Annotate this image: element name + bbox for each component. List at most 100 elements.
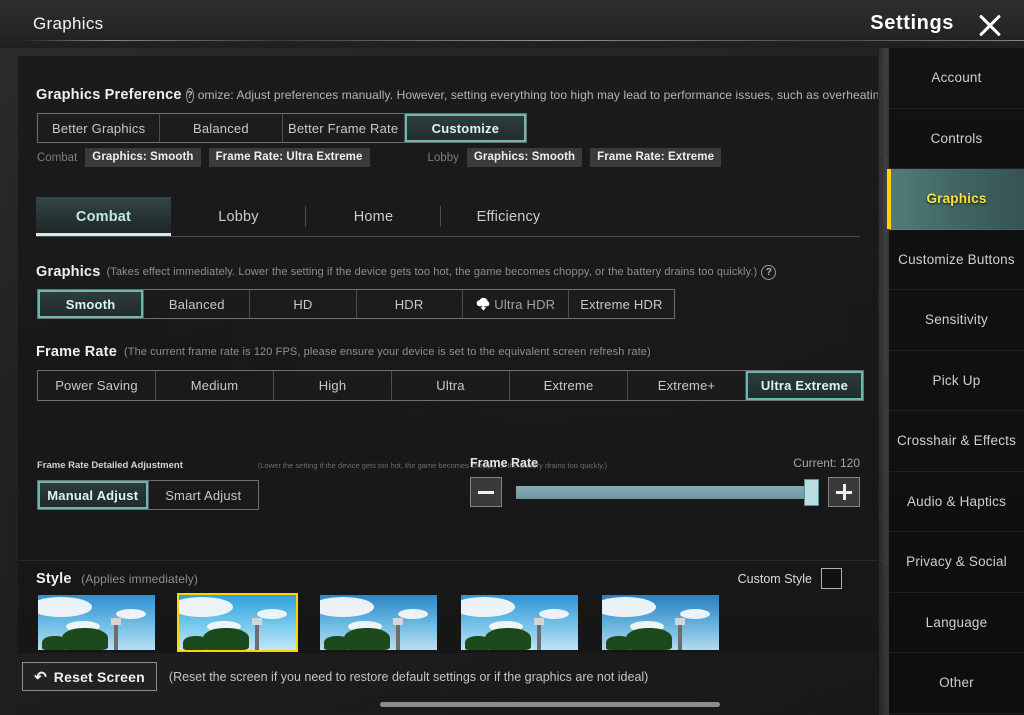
preset-chip-frame-rate-lobby: Frame Rate: Extreme — [590, 148, 722, 167]
sidebar-item-sensitivity[interactable]: Sensitivity — [889, 290, 1024, 351]
close-icon[interactable] — [974, 9, 1006, 41]
slider-knob[interactable] — [803, 478, 819, 506]
slider-fill — [516, 485, 809, 499]
sidebar-item-audio-haptics[interactable]: Audio & Haptics — [889, 472, 1024, 532]
tab-lobby[interactable]: Lobby — [171, 197, 306, 236]
custom-style-checkbox[interactable] — [821, 568, 842, 589]
frame-rate-option-medium[interactable]: Medium — [156, 371, 274, 400]
style-thumbnails — [38, 593, 878, 652]
sidebar-item-customize-buttons[interactable]: Customize Buttons — [889, 230, 1024, 290]
preference-option-better-graphics[interactable]: Better Graphics — [38, 114, 161, 142]
frame-rate-option-extreme-plus[interactable]: Extreme+ — [628, 371, 746, 400]
cloud-download-icon — [475, 297, 492, 312]
custom-style-label: Custom Style — [737, 571, 812, 586]
tab-efficiency[interactable]: Efficiency — [441, 197, 576, 236]
graphics-quality-note: (Takes effect immediately. Lower the set… — [106, 266, 758, 278]
sidebar-divider — [879, 48, 887, 715]
frame-rate-section: Frame Rate (The current frame rate is 12… — [36, 344, 878, 360]
reset-row: ↷ Reset Screen (Reset the screen if you … — [22, 662, 648, 691]
adjust-mode-segmented: Manual Adjust Smart Adjust — [37, 480, 259, 510]
frame-rate-option-power-saving[interactable]: Power Saving — [38, 371, 156, 400]
slider-plus-button[interactable] — [828, 477, 860, 507]
preset-combat: Combat Graphics: Smooth Frame Rate: Ultr… — [37, 148, 878, 167]
style-thumbnail-1[interactable] — [38, 595, 155, 650]
adjust-mode-smart[interactable]: Smart Adjust — [149, 481, 259, 509]
sidebar-item-controls[interactable]: Controls — [889, 109, 1024, 169]
settings-title: Settings — [870, 12, 954, 34]
sidebar-item-label: Account — [931, 70, 982, 86]
graphics-option-ultra-hdr-label: Ultra HDR — [494, 296, 556, 312]
frame-rate-slider-group: Frame Rate Current: 120 — [470, 456, 860, 507]
slider-current-value: Current: 120 — [793, 456, 860, 470]
sidebar-item-label: Other — [939, 675, 974, 691]
graphics-option-extreme-hdr[interactable]: Extreme HDR — [569, 290, 674, 318]
graphics-quality-segmented: Smooth Balanced HD HDR Ultra HDR Extreme… — [37, 289, 675, 319]
sidebar-item-pick-up[interactable]: Pick Up — [889, 351, 1024, 411]
tab-home[interactable]: Home — [306, 197, 441, 236]
slider-minus-button[interactable] — [470, 477, 502, 507]
graphics-preference-segmented: Better Graphics Balanced Better Frame Ra… — [37, 113, 527, 143]
graphics-option-balanced[interactable]: Balanced — [144, 290, 251, 318]
adjust-mode-manual[interactable]: Manual Adjust — [38, 481, 149, 509]
question-mark-icon[interactable]: ? — [761, 264, 777, 280]
graphics-preference-options: Better Graphics Balanced Better Frame Ra… — [37, 113, 527, 143]
preset-summary-row: Combat Graphics: Smooth Frame Rate: Ultr… — [37, 148, 878, 167]
frame-rate-option-ultra-extreme[interactable]: Ultra Extreme — [746, 371, 863, 400]
horizontal-scrollbar[interactable] — [380, 702, 720, 707]
sidebar-item-label: Controls — [930, 130, 983, 146]
preset-chip-graphics: Graphics: Smooth — [85, 148, 201, 167]
style-section-header: Style (Applies immediately) Custom Style — [36, 568, 860, 589]
graphics-option-hd[interactable]: HD — [250, 290, 357, 318]
sidebar-item-label: Sensitivity — [925, 312, 988, 328]
style-thumbnail-3[interactable] — [320, 595, 437, 650]
style-thumbnail-4[interactable] — [461, 595, 578, 650]
sidebar-item-graphics[interactable]: Graphics — [887, 169, 1024, 230]
undo-arrow-icon: ↷ — [34, 668, 47, 686]
graphics-option-hdr[interactable]: HDR — [357, 290, 463, 318]
graphics-preference-section: Graphics Preference ? omize: Adjust pref… — [36, 87, 878, 103]
tab-combat[interactable]: Combat — [36, 197, 171, 236]
reset-note: (Reset the screen if you need to restore… — [168, 669, 649, 684]
graphics-preference-title: Graphics Preference — [36, 87, 182, 103]
sidebar-item-label: Graphics — [926, 191, 987, 207]
preference-option-better-frame-rate[interactable]: Better Frame Rate — [283, 114, 405, 142]
sidebar-item-crosshair-effects[interactable]: Crosshair & Effects — [889, 411, 1024, 472]
style-thumbnail-2[interactable] — [177, 593, 298, 652]
adjust-mode-options: Manual Adjust Smart Adjust — [37, 480, 259, 510]
sidebar-item-account[interactable]: Account — [889, 48, 1024, 109]
graphics-panel: Graphics Preference ? omize: Adjust pref… — [18, 55, 878, 653]
sidebar-item-label: Customize Buttons — [898, 251, 1015, 267]
settings-sidebar: Account Controls Graphics Customize Butt… — [887, 48, 1024, 715]
style-divider — [18, 560, 878, 561]
preference-option-customize[interactable]: Customize — [404, 114, 526, 142]
page-title: Graphics — [33, 14, 104, 33]
frame-rate-option-high[interactable]: High — [274, 371, 392, 400]
app-root: Graphics Settings Account Controls Graph… — [0, 0, 1024, 715]
frame-rate-note: (The current frame rate is 120 FPS, plea… — [123, 346, 651, 358]
frame-rate-slider-track[interactable] — [516, 478, 819, 506]
frame-rate-option-ultra[interactable]: Ultra — [392, 371, 510, 400]
graphics-option-ultra-hdr[interactable]: Ultra HDR — [462, 290, 569, 318]
sidebar-item-language[interactable]: Language — [889, 593, 1024, 653]
sidebar-item-label: Language — [925, 614, 988, 630]
reset-screen-button[interactable]: ↷ Reset Screen — [22, 662, 157, 691]
preset-key-lobby: Lobby — [427, 151, 459, 164]
style-thumbnail-5[interactable] — [602, 595, 719, 650]
graphics-option-smooth[interactable]: Smooth — [38, 290, 145, 318]
frame-rate-title: Frame Rate — [36, 344, 117, 360]
sidebar-item-privacy-social[interactable]: Privacy & Social — [889, 532, 1024, 593]
frame-rate-option-extreme[interactable]: Extreme — [510, 371, 628, 400]
preset-chip-graphics-lobby: Graphics: Smooth — [466, 148, 583, 167]
graphics-preference-tooltip: omize: Adjust preferences manually. Howe… — [197, 88, 878, 102]
preset-key-combat: Combat — [37, 151, 78, 164]
slider-label: Frame Rate — [470, 456, 539, 470]
question-mark-icon[interactable]: ? — [185, 87, 194, 103]
style-note: (Applies immediately) — [81, 571, 198, 586]
graphics-quality-options: Smooth Balanced HD HDR Ultra HDR Extreme… — [37, 289, 675, 319]
preference-option-balanced[interactable]: Balanced — [160, 114, 283, 142]
reset-screen-label: Reset Screen — [53, 668, 145, 685]
sidebar-item-other[interactable]: Other — [889, 653, 1024, 714]
style-title: Style — [36, 570, 72, 587]
sidebar-item-label: Pick Up — [932, 372, 981, 388]
sidebar-item-label: Privacy & Social — [906, 554, 1007, 570]
